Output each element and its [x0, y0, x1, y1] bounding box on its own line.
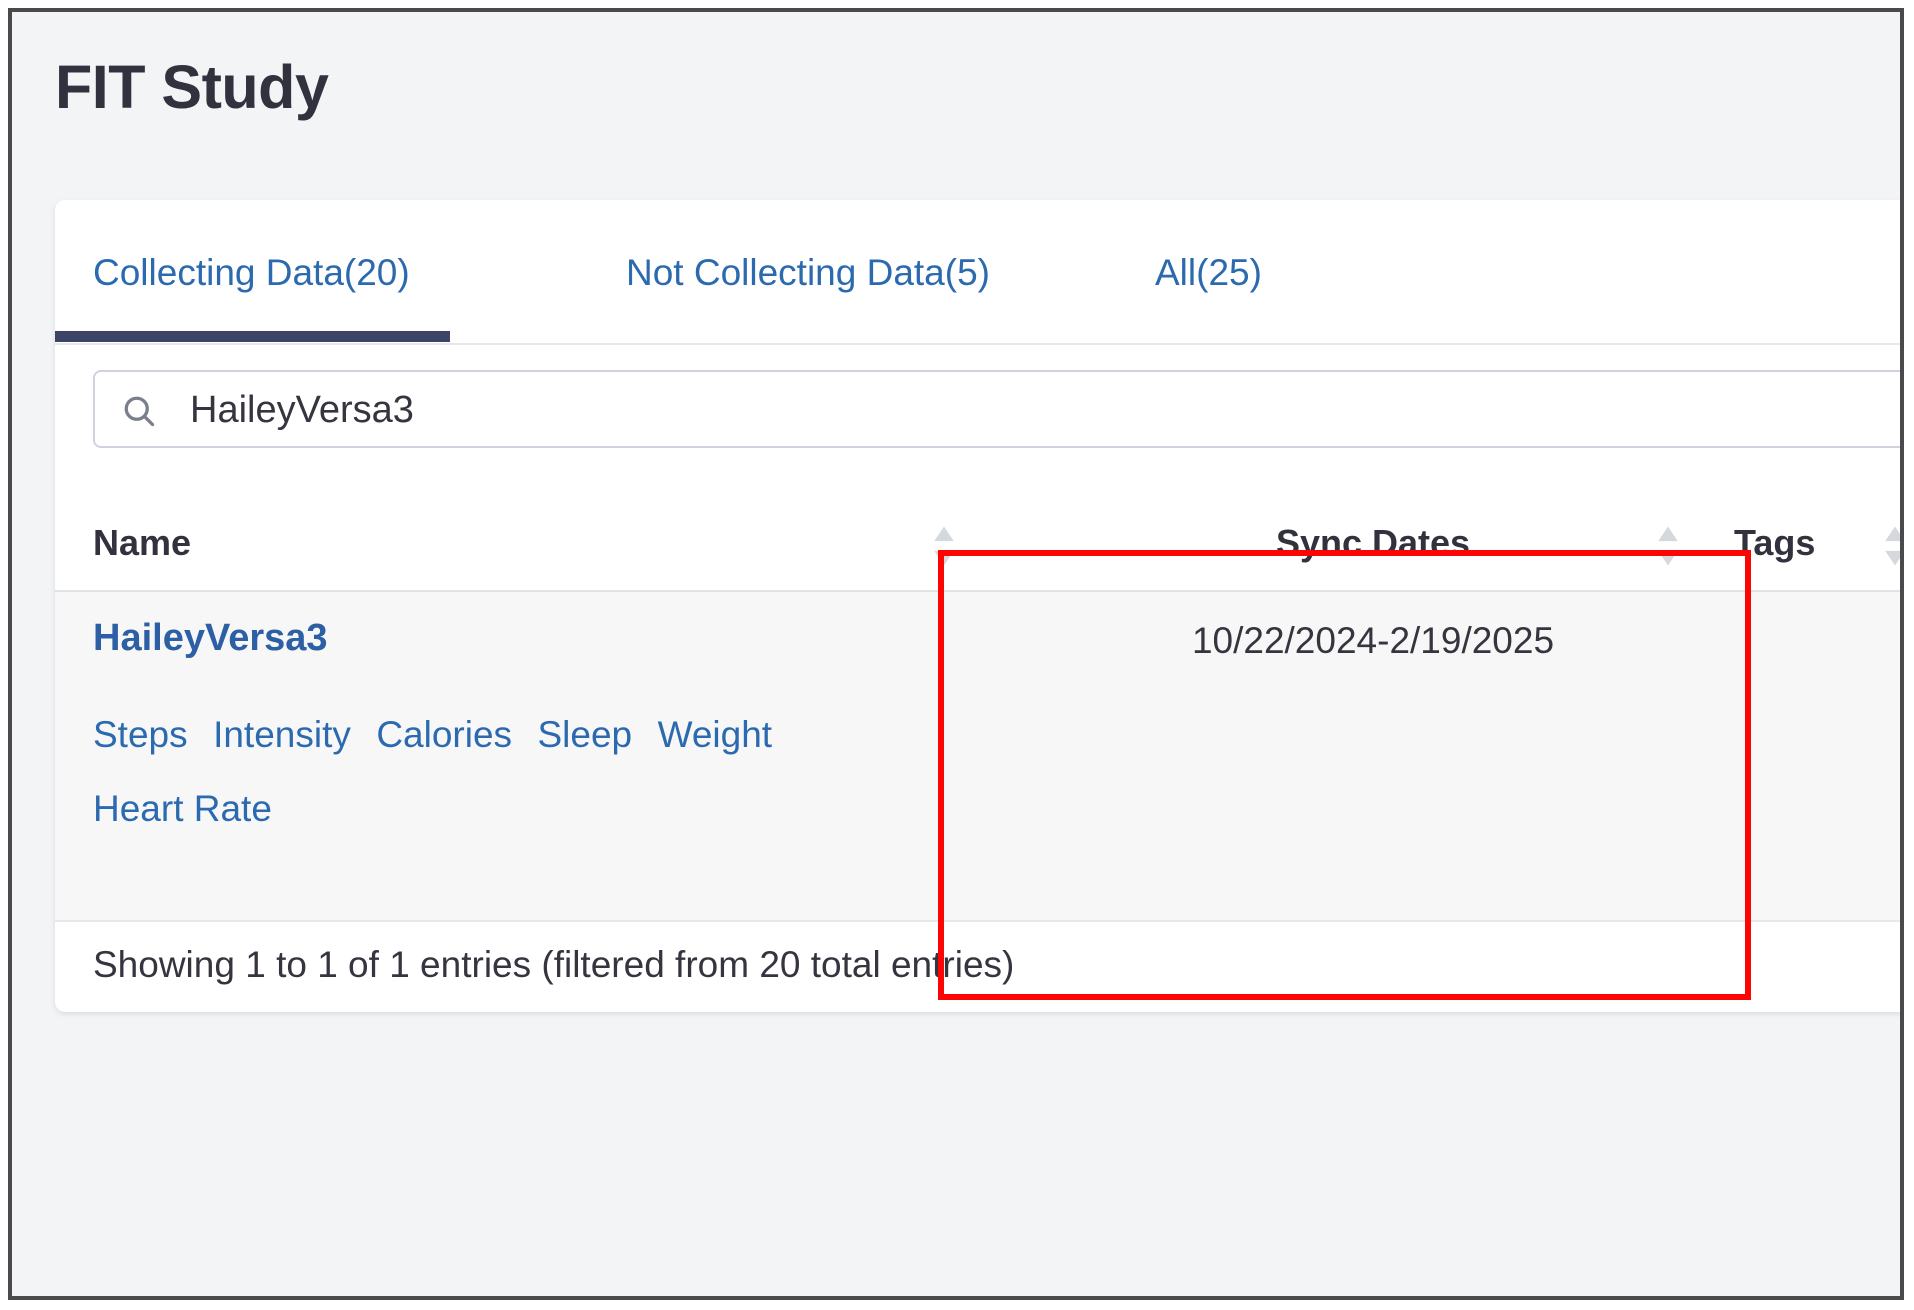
- search-input[interactable]: HaileyVersa3: [93, 370, 1900, 448]
- search-icon: [121, 393, 157, 429]
- metric-link-weight[interactable]: Weight: [658, 696, 773, 774]
- sort-arrows-icon-name[interactable]: [931, 524, 957, 568]
- cell-sync-dates: 10/22/2024-2/19/2025: [1191, 620, 1555, 661]
- browser-window: FIT Study Collecting Data(20) Not Collec…: [8, 8, 1904, 1300]
- metric-link-intensity[interactable]: Intensity: [213, 696, 351, 774]
- metric-link-steps[interactable]: Steps: [93, 696, 188, 774]
- metric-link-calories[interactable]: Calories: [376, 696, 512, 774]
- table-footer: Showing 1 to 1 of 1 entries (filtered fr…: [55, 922, 1900, 1012]
- study-devices-card: Collecting Data(20) Not Collecting Data(…: [55, 200, 1900, 1012]
- tab-strip: Collecting Data(20) Not Collecting Data(…: [55, 200, 1900, 345]
- search-row: HaileyVersa3: [93, 370, 1900, 448]
- tab-not-collecting-data[interactable]: Not Collecting Data(5): [626, 252, 990, 294]
- column-header-sync-dates[interactable]: Sync Dates: [1103, 522, 1643, 564]
- device-name-link[interactable]: HaileyVersa3: [93, 617, 328, 660]
- metric-link-heart-rate[interactable]: Heart Rate: [93, 770, 892, 848]
- tab-all[interactable]: All(25): [1155, 252, 1262, 294]
- showing-entries-text: Showing 1 to 1 of 1 entries (filtered fr…: [93, 944, 1015, 985]
- table-header-row: Name Sync Dates Tags: [55, 500, 1900, 592]
- sort-arrows-icon-sync-dates[interactable]: [1655, 524, 1681, 568]
- page-title: FIT Study: [55, 53, 329, 121]
- tab-collecting-data[interactable]: Collecting Data(20): [93, 252, 410, 294]
- table-row: HaileyVersa3 Steps Intensity Calories Sl…: [55, 592, 1900, 922]
- metric-links-group: Steps Intensity Calories Sleep Weight He…: [93, 696, 913, 848]
- sort-arrows-icon-tags[interactable]: [1882, 524, 1900, 568]
- metric-link-sleep[interactable]: Sleep: [538, 696, 633, 774]
- column-header-tags[interactable]: Tags: [1734, 522, 1815, 564]
- active-tab-indicator: [55, 331, 450, 342]
- search-input-value: HaileyVersa3: [190, 389, 414, 431]
- column-header-name[interactable]: Name: [93, 522, 191, 564]
